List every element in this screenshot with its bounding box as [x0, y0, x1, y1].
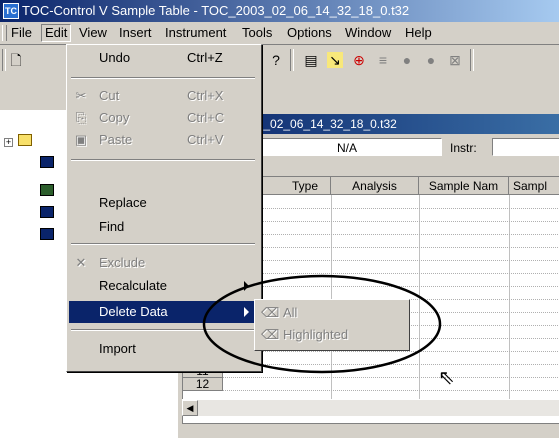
grid-line — [223, 221, 559, 222]
menu-options[interactable]: Options — [284, 25, 335, 41]
grid-line — [223, 247, 559, 248]
menu-edit[interactable]: Edit — [41, 24, 72, 42]
exclude-icon[interactable]: ⊠ — [447, 52, 463, 68]
scissors-icon: ✂ — [75, 88, 87, 103]
grid-line — [509, 195, 510, 407]
exclude-x-icon: ✕ — [75, 255, 87, 270]
grid-line — [223, 234, 559, 235]
menu-item-exclude[interactable]: ✕ Exclude — [69, 252, 257, 274]
menu-insert[interactable]: Insert — [116, 25, 155, 41]
window-title-bar[interactable]: TC TOC-Control V Sample Table - TOC_2003… — [0, 0, 559, 22]
app-logo-icon: TC — [3, 3, 19, 19]
grid-line — [223, 260, 559, 261]
menu-bar: File Edit View Insert Instrument Tools O… — [0, 22, 559, 45]
info-value-field: N/A — [252, 138, 442, 156]
sample-table-icon[interactable] — [40, 206, 54, 218]
menu-separator — [71, 77, 255, 79]
menu-instrument[interactable]: Instrument — [162, 25, 229, 41]
flag-icon[interactable]: ≡ — [375, 52, 391, 68]
menu-item-find[interactable]: Find — [69, 216, 257, 238]
toolbar-separator-2 — [470, 49, 474, 71]
grid-line — [223, 208, 559, 209]
horizontal-scrollbar[interactable]: ◀ — [182, 399, 559, 416]
grid-line — [223, 390, 559, 391]
sample-table-icon[interactable] — [40, 156, 54, 168]
menubar-grip — [2, 25, 7, 41]
instr-label: Instr: — [450, 141, 477, 155]
column-header-sample-name[interactable]: Sample Nam — [419, 177, 509, 195]
stop-icon[interactable]: ● — [399, 52, 415, 68]
table-icon[interactable]: ▤ — [303, 52, 319, 68]
menu-separator — [71, 159, 255, 161]
new-file-icon[interactable]: 🗋 — [8, 52, 24, 68]
menu-help[interactable]: Help — [402, 25, 435, 41]
copy-icon: ⎘ — [75, 110, 87, 125]
menu-tools[interactable]: Tools — [239, 25, 275, 41]
window-title: TOC-Control V Sample Table - TOC_2003_02… — [22, 3, 410, 18]
scroll-left-arrow-icon[interactable]: ◀ — [182, 400, 198, 416]
folder-icon[interactable] — [18, 134, 32, 146]
column-header-analysis[interactable]: Analysis — [331, 177, 419, 195]
menu-item-undo[interactable]: Undo Ctrl+Z — [69, 47, 257, 69]
sample-table-icon[interactable] — [40, 228, 54, 240]
toolbar-grip — [2, 49, 6, 71]
menu-item-paste[interactable]: ▣ Paste Ctrl+V — [69, 129, 257, 151]
paste-icon: ▣ — [74, 132, 88, 147]
menu-separator — [71, 243, 255, 245]
menu-item-replace[interactable]: Replace — [69, 192, 257, 214]
menu-view[interactable]: View — [76, 25, 110, 41]
instr-field — [492, 138, 559, 156]
menu-file[interactable]: File — [8, 25, 35, 41]
help-icon[interactable]: ? — [268, 52, 284, 68]
target-icon[interactable]: ⊕ — [351, 52, 367, 68]
menu-item-cut[interactable]: ✂ Cut Ctrl+X — [69, 85, 257, 107]
tree-expand-icon[interactable]: + — [4, 138, 13, 147]
grid-line — [223, 377, 559, 378]
sample-table-icon[interactable] — [40, 184, 54, 196]
menu-window[interactable]: Window — [342, 25, 394, 41]
column-header-sample[interactable]: Sampl — [509, 177, 559, 195]
row-header-12[interactable]: 12 — [183, 378, 223, 391]
stop2-icon[interactable]: ● — [423, 52, 439, 68]
annotation-ellipse — [202, 274, 442, 374]
pointer-icon[interactable]: ↘ — [327, 52, 343, 68]
menu-item-copy[interactable]: ⎘ Copy Ctrl+C — [69, 107, 257, 129]
toolbar-separator — [290, 49, 294, 71]
